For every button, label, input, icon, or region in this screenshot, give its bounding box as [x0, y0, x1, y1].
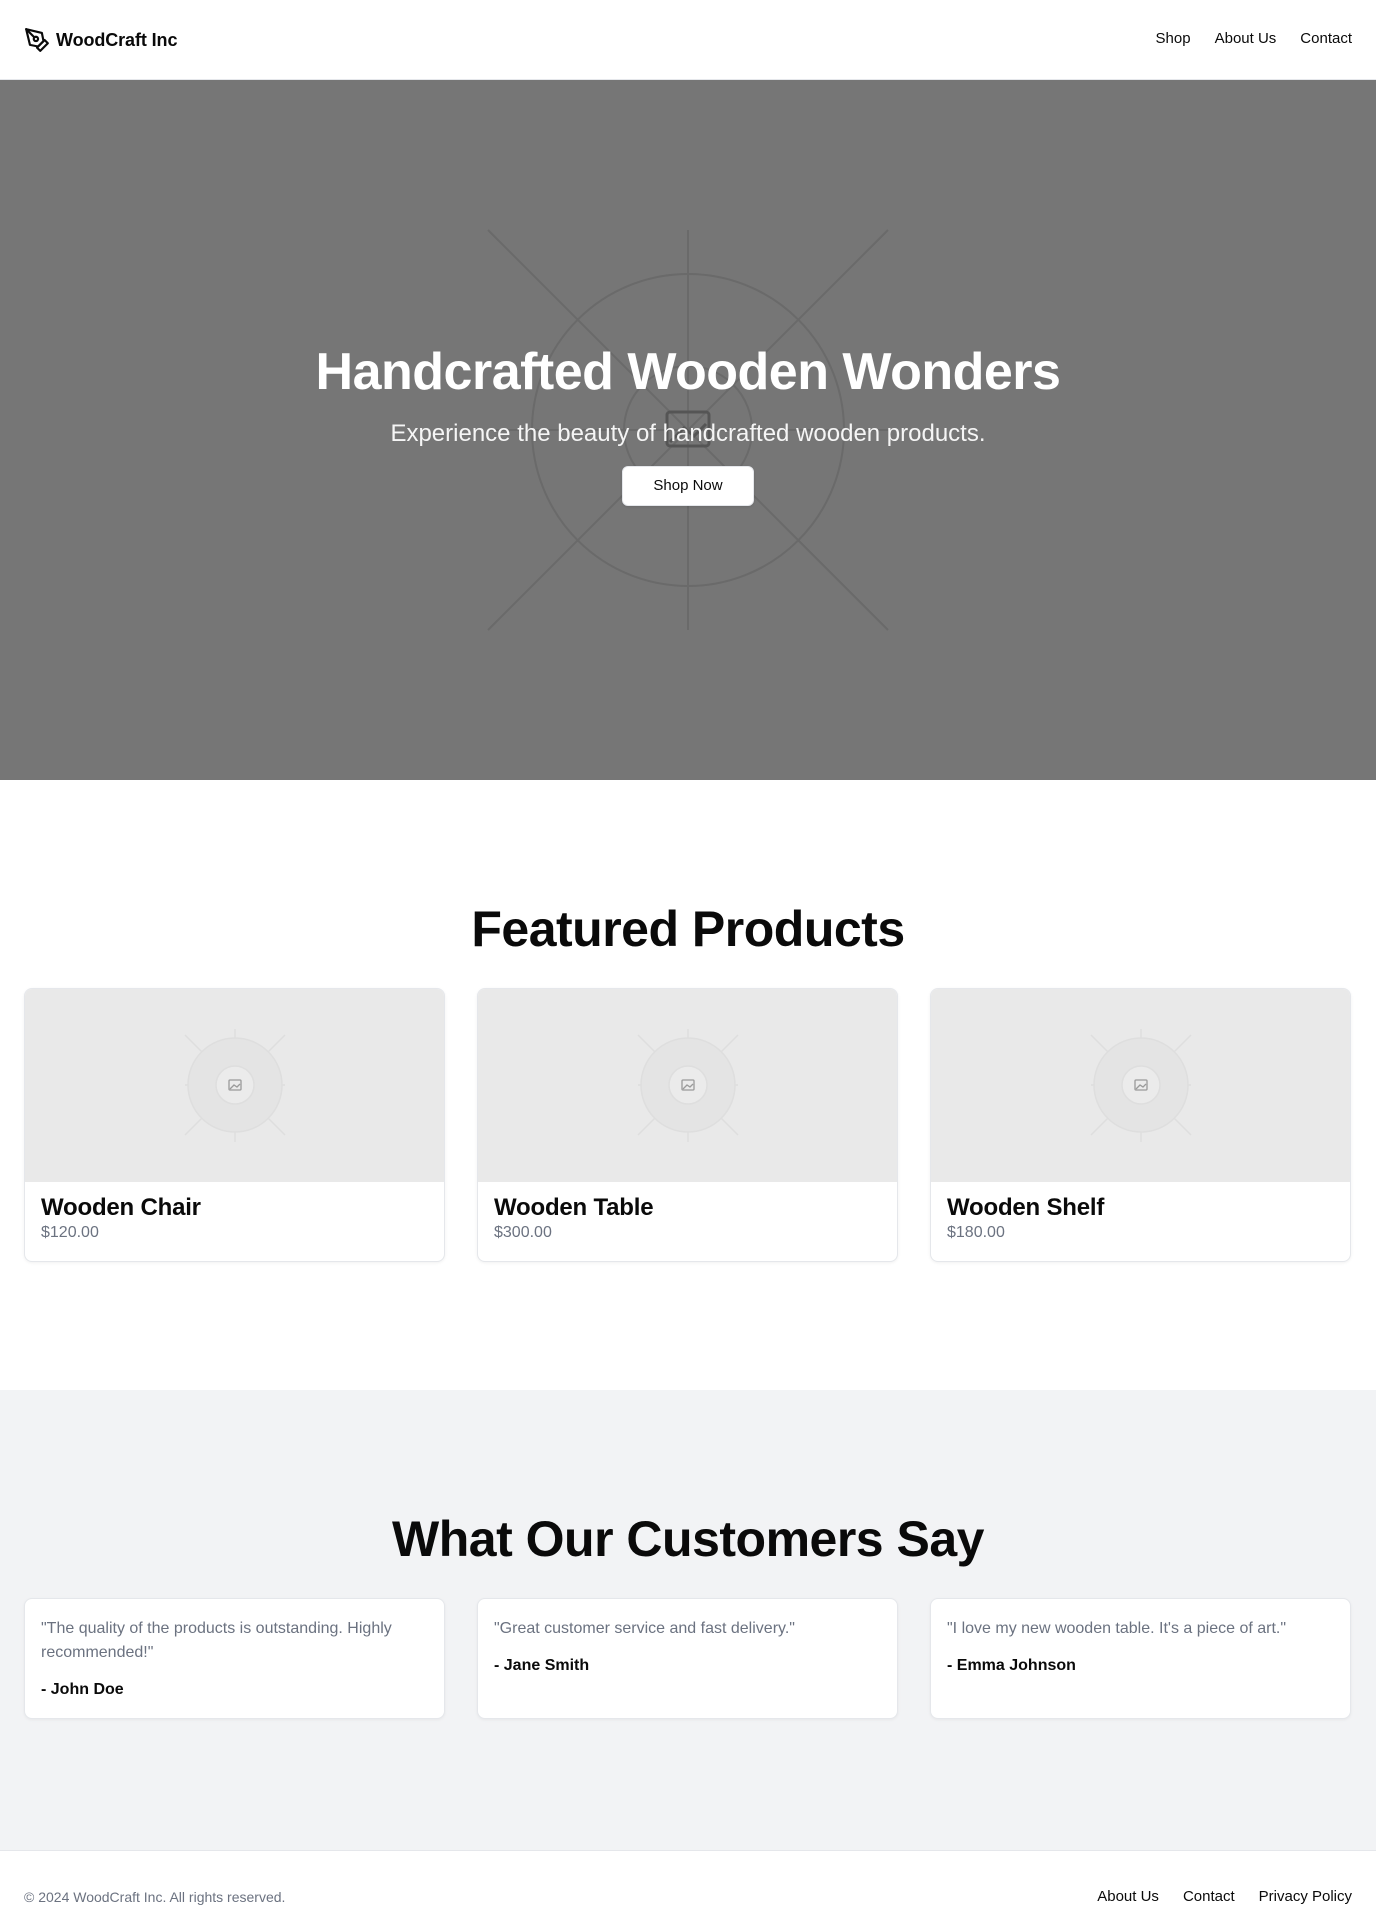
product-name: Wooden Shelf [947, 1194, 1105, 1221]
image-placeholder-icon [184, 1029, 286, 1142]
site-header: WoodCraft Inc Shop About Us Contact [0, 0, 1376, 80]
hero-title: Handcrafted Wooden Wonders [315, 343, 1061, 401]
image-placeholder-icon [637, 1029, 739, 1142]
product-card[interactable]: Wooden Shelf $180.00 [930, 988, 1351, 1262]
product-price: $180.00 [947, 1224, 1005, 1241]
testimonial-list: "The quality of the products is outstand… [24, 1598, 1352, 1719]
main-nav: Shop About Us Contact [1156, 30, 1352, 47]
testimonial-quote: "The quality of the products is outstand… [41, 1620, 392, 1661]
testimonial-author: - Emma Johnson [947, 1657, 1076, 1674]
testimonial-quote: "Great customer service and fast deliver… [494, 1620, 795, 1637]
footer-nav: About Us Contact Privacy Policy [1097, 1888, 1352, 1905]
product-card[interactable]: Wooden Chair $120.00 [24, 988, 445, 1262]
site-footer: © 2024 WoodCraft Inc. All rights reserve… [0, 1850, 1376, 1928]
brand-link[interactable]: WoodCraft Inc [24, 27, 177, 53]
nav-contact[interactable]: Contact [1300, 30, 1352, 47]
featured-products-title: Featured Products [471, 901, 905, 957]
product-image [931, 989, 1350, 1182]
footer-link-privacy-policy[interactable]: Privacy Policy [1259, 1888, 1352, 1905]
brand-name: WoodCraft Inc [56, 29, 178, 50]
testimonial-card: "The quality of the products is outstand… [24, 1598, 445, 1719]
testimonials-title: What Our Customers Say [392, 1511, 984, 1567]
nav-shop[interactable]: Shop [1156, 30, 1191, 47]
product-name: Wooden Table [494, 1194, 654, 1221]
product-list: Wooden Chair $120.00 Wooden Table $300.0… [24, 988, 1352, 1262]
product-name: Wooden Chair [41, 1194, 201, 1221]
product-price: $300.00 [494, 1224, 552, 1241]
product-price: $120.00 [41, 1224, 99, 1241]
product-image [25, 989, 444, 1182]
footer-link-about-us[interactable]: About Us [1097, 1888, 1159, 1905]
product-card[interactable]: Wooden Table $300.00 [477, 988, 898, 1262]
testimonial-quote: "I love my new wooden table. It's a piec… [947, 1620, 1287, 1637]
footer-link-contact[interactable]: Contact [1183, 1888, 1235, 1905]
testimonial-card: "Great customer service and fast deliver… [477, 1598, 898, 1719]
testimonial-author: - John Doe [41, 1681, 124, 1698]
copyright-text: © 2024 WoodCraft Inc. All rights reserve… [24, 1889, 286, 1905]
testimonial-author: - Jane Smith [494, 1657, 590, 1674]
product-image [478, 989, 897, 1182]
shop-now-button[interactable]: Shop Now [622, 466, 754, 506]
nav-about-us[interactable]: About Us [1215, 30, 1277, 47]
hero-subtitle: Experience the beauty of handcrafted woo… [390, 420, 986, 447]
hero-section: Handcrafted Wooden Wonders Experience th… [0, 80, 1376, 780]
image-placeholder-icon [1090, 1029, 1192, 1142]
pen-tool-icon [25, 28, 49, 52]
testimonial-card: "I love my new wooden table. It's a piec… [930, 1598, 1351, 1719]
